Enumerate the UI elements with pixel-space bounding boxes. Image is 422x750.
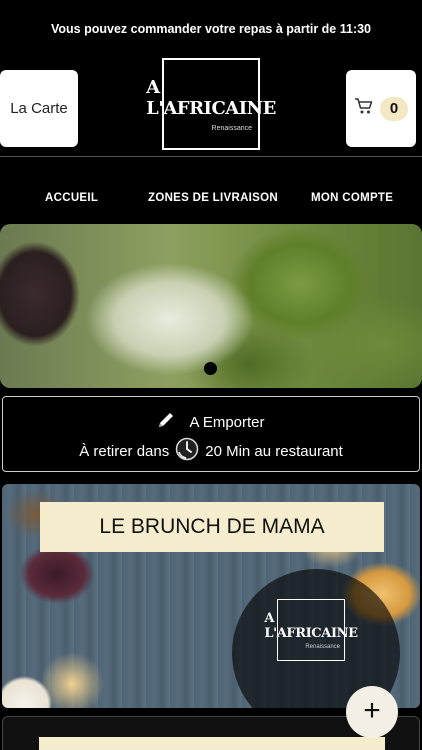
- pickup-time: 20 Min au restaurant: [205, 442, 343, 460]
- cart-icon: [354, 97, 374, 120]
- category-title: LE BRUNCH DE MAMA: [40, 502, 384, 552]
- header-divider: [0, 156, 422, 157]
- clock-icon: [175, 437, 199, 465]
- next-category-title-bar: [39, 737, 385, 750]
- menu-category-card[interactable]: LE BRUNCH DE MAMA A L'AFRICAINE Renaissa…: [2, 484, 420, 708]
- pickup-mode-panel[interactable]: A Emporter À retirer dans 20 Min au rest…: [2, 396, 420, 472]
- nav-item-accueil[interactable]: ACCUEIL: [45, 192, 98, 204]
- carousel-indicator-dot[interactable]: [204, 362, 217, 375]
- pickup-prefix: À retirer dans: [79, 442, 170, 460]
- card-logo: A L'AFRICAINE Renaissance: [264, 599, 358, 661]
- add-button[interactable]: +: [346, 686, 398, 738]
- header: La Carte A L'AFRICAINE Renaissance 0: [0, 58, 422, 154]
- pencil-icon[interactable]: [157, 411, 175, 433]
- logo-subtitle: Renaissance: [211, 124, 252, 132]
- la-carte-label: La Carte: [10, 100, 68, 117]
- main-nav: ACCUEIL ZONES DE LIVRAISON MON COMPTE: [0, 192, 422, 212]
- la-carte-button[interactable]: La Carte: [0, 70, 78, 147]
- pickup-mode-label: A Emporter: [189, 413, 265, 431]
- logo-name: A L'AFRICAINE: [146, 76, 276, 119]
- card-logo-name: A L'AFRICAINE: [264, 610, 358, 641]
- nav-item-zones-de-livraison[interactable]: ZONES DE LIVRAISON: [148, 192, 278, 204]
- order-time-notice: Vous pouvez commander votre repas à part…: [50, 22, 372, 36]
- card-logo-subtitle: Renaissance: [305, 643, 340, 650]
- restaurant-logo[interactable]: A L'AFRICAINE Renaissance: [146, 58, 276, 150]
- nav-item-mon-compte[interactable]: MON COMPTE: [311, 192, 393, 204]
- cart-button[interactable]: 0: [346, 70, 416, 147]
- cart-count-badge: 0: [380, 96, 408, 121]
